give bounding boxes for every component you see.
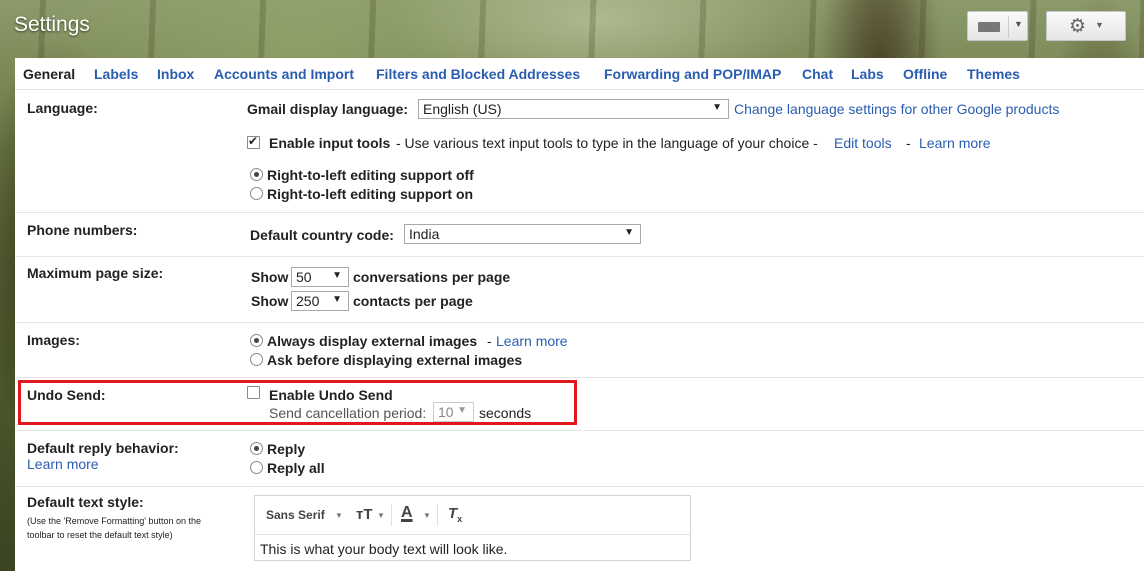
tab-themes[interactable]: Themes xyxy=(967,66,1020,82)
page-title: Settings xyxy=(14,13,90,36)
show-label: Show xyxy=(251,293,289,309)
chevron-down-icon: ▼ xyxy=(1014,19,1023,29)
learn-more-link[interactable]: Learn more xyxy=(919,135,991,151)
ask-before-label: Ask before displaying external images xyxy=(267,352,523,368)
toolbar-divider xyxy=(391,504,392,526)
chevron-down-icon: ▼ xyxy=(423,511,431,520)
text-style-preview[interactable]: This is what your body text will look li… xyxy=(260,541,507,557)
learn-more-link[interactable]: Learn more xyxy=(27,456,99,472)
settings-button[interactable]: ⚙ ▼ xyxy=(1046,11,1126,41)
learn-more-link[interactable]: Learn more xyxy=(496,333,568,349)
change-language-link[interactable]: Change language settings for other Googl… xyxy=(734,101,1059,117)
tab-forwarding[interactable]: Forwarding and POP/IMAP xyxy=(604,66,781,82)
display-language-select[interactable]: English (US) ▼ xyxy=(418,99,729,119)
keyboard-icon xyxy=(978,22,1000,32)
tab-filters[interactable]: Filters and Blocked Addresses xyxy=(376,66,580,82)
tab-general[interactable]: General xyxy=(23,66,75,82)
chevron-down-icon: ▼ xyxy=(332,294,342,305)
reply-behavior-label: Default reply behavior: xyxy=(27,440,179,456)
input-tools-label: Enable input tools xyxy=(269,135,391,151)
images-row: Images: Always display external images -… xyxy=(15,323,1144,378)
button-divider xyxy=(1008,16,1009,38)
font-family-button[interactable]: Sans Serif xyxy=(266,508,325,522)
reply-all-label: Reply all xyxy=(267,460,325,476)
input-tools-button[interactable]: ▼ xyxy=(967,11,1028,41)
text-color-icon[interactable]: A xyxy=(401,504,413,522)
tab-chat[interactable]: Chat xyxy=(802,66,833,82)
chevron-down-icon: ▼ xyxy=(332,270,342,281)
contacts-value: 250 xyxy=(296,293,320,309)
tab-offline[interactable]: Offline xyxy=(903,66,947,82)
country-code-select[interactable]: India ▼ xyxy=(404,224,641,244)
chevron-down-icon: ▼ xyxy=(624,227,634,238)
toolbar-divider xyxy=(437,504,438,526)
top-bar: Settings ▼ ⚙ ▼ xyxy=(0,0,1144,58)
always-display-radio[interactable] xyxy=(250,334,263,347)
conversations-value: 50 xyxy=(296,269,312,285)
tab-labels[interactable]: Labels xyxy=(94,66,138,82)
country-code-value: India xyxy=(409,226,440,242)
tab-accounts-and-import[interactable]: Accounts and Import xyxy=(214,66,354,82)
language-row: Language: Gmail display language: Englis… xyxy=(15,90,1144,213)
reply-all-radio[interactable] xyxy=(250,461,263,474)
rtl-on-label: Right-to-left editing support on xyxy=(267,186,474,202)
font-size-icon[interactable]: ᴛT xyxy=(356,506,373,523)
tab-labs[interactable]: Labs xyxy=(851,66,884,82)
language-label: Language: xyxy=(27,100,98,116)
chevron-down-icon: ▼ xyxy=(712,102,722,113)
rtl-on-radio[interactable] xyxy=(250,187,263,200)
country-code-label: Default country code: xyxy=(250,227,394,243)
input-tools-checkbox[interactable] xyxy=(247,134,260,149)
page-size-label: Maximum page size: xyxy=(27,265,164,281)
contacts-label: contacts per page xyxy=(353,293,473,309)
page-size-row: Maximum page size: Show 50 ▼ conversatio… xyxy=(15,257,1144,323)
highlight-box xyxy=(18,380,577,425)
separator-dash: - xyxy=(487,333,492,349)
ask-before-radio[interactable] xyxy=(250,353,263,366)
settings-tabs: General Labels Inbox Accounts and Import… xyxy=(15,58,1144,90)
tab-inbox[interactable]: Inbox xyxy=(157,66,194,82)
show-label: Show xyxy=(251,269,289,285)
contacts-per-page-select[interactable]: 250 ▼ xyxy=(291,291,349,311)
reply-behavior-row: Default reply behavior: Learn more Reply… xyxy=(15,431,1144,487)
input-tools-description: - Use various text input tools to type i… xyxy=(396,135,818,151)
text-style-note: (Use the 'Remove Formatting' button on t… xyxy=(27,516,202,540)
separator-dash: - xyxy=(906,135,911,151)
images-label: Images: xyxy=(27,332,80,348)
phone-numbers-label: Phone numbers: xyxy=(27,222,138,238)
remove-formatting-icon[interactable]: Tx xyxy=(448,505,462,524)
phone-numbers-row: Phone numbers: Default country code: Ind… xyxy=(15,213,1144,257)
chevron-down-icon: ▼ xyxy=(377,511,385,520)
display-language-value: English (US) xyxy=(423,101,502,117)
formatting-toolbar: Sans Serif ▼ ᴛT ▼ A ▼ Tx xyxy=(255,496,690,535)
chevron-down-icon: ▼ xyxy=(335,511,343,520)
text-style-label: Default text style: xyxy=(27,494,144,510)
text-style-editor: Sans Serif ▼ ᴛT ▼ A ▼ Tx This is what yo… xyxy=(254,495,691,561)
reply-label: Reply xyxy=(267,441,306,457)
edit-tools-link[interactable]: Edit tools xyxy=(834,135,892,151)
reply-radio[interactable] xyxy=(250,442,263,455)
conversations-label: conversations per page xyxy=(353,269,511,285)
gear-icon: ⚙ xyxy=(1069,16,1087,37)
rtl-off-radio[interactable] xyxy=(250,168,263,181)
conversations-per-page-select[interactable]: 50 ▼ xyxy=(291,267,349,287)
chevron-down-icon: ▼ xyxy=(1095,20,1104,30)
settings-panel: General Labels Inbox Accounts and Import… xyxy=(15,58,1144,571)
always-display-label: Always display external images xyxy=(267,333,478,349)
rtl-off-label: Right-to-left editing support off xyxy=(267,167,474,183)
display-language-label: Gmail display language: xyxy=(247,101,409,117)
